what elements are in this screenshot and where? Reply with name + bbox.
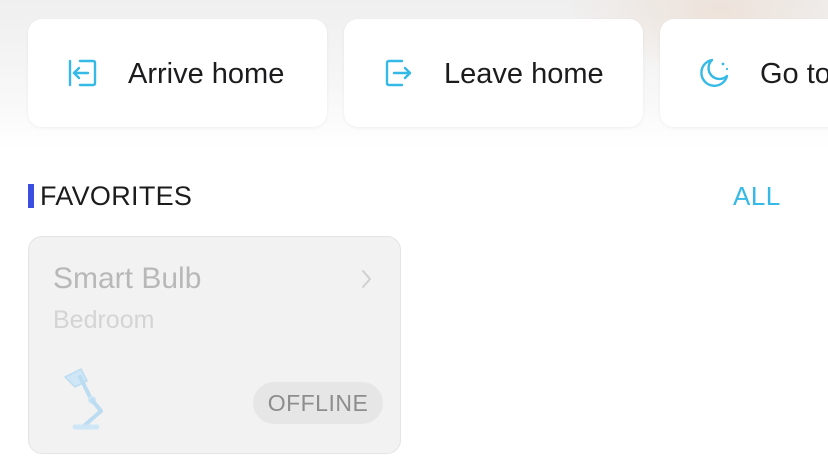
chevron-right-icon bbox=[359, 265, 375, 293]
desk-lamp-icon bbox=[61, 365, 111, 433]
favorites-title: FAVORITES bbox=[40, 181, 193, 211]
scene-leave-home[interactable]: Leave home bbox=[344, 19, 643, 127]
moon-icon bbox=[698, 56, 732, 90]
leave-home-icon bbox=[382, 56, 416, 90]
status-badge: OFFLINE bbox=[253, 382, 383, 424]
scene-arrive-home[interactable]: Arrive home bbox=[28, 19, 327, 127]
section-accent-bar bbox=[28, 184, 34, 208]
device-room: Bedroom bbox=[53, 306, 155, 334]
device-card[interactable]: Smart Bulb Bedroom OFFLINE bbox=[28, 236, 401, 454]
scene-row: Arrive home Leave home Go to bbox=[0, 0, 828, 150]
scene-label: Go to bbox=[760, 58, 828, 90]
scene-label: Arrive home bbox=[128, 58, 285, 90]
device-name: Smart Bulb bbox=[53, 262, 202, 295]
all-favorites-link[interactable]: ALL bbox=[733, 181, 781, 211]
arrive-home-icon bbox=[66, 56, 100, 90]
scene-go-to-sleep[interactable]: Go to bbox=[660, 19, 828, 127]
scene-label: Leave home bbox=[444, 58, 604, 90]
